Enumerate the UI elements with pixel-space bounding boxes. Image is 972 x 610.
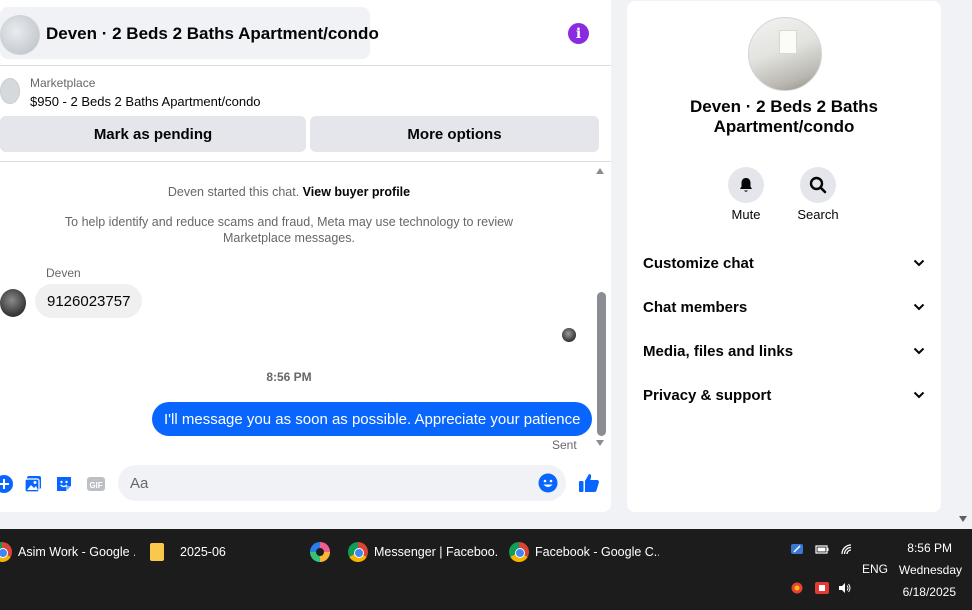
listing-link[interactable]: $950 - 2 Beds 2 Baths Apartment/condo [30,94,261,109]
svg-text:GIF: GIF [89,481,102,490]
chat-started-text: Deven started this chat. [167,185,300,199]
message-input[interactable] [118,465,566,501]
search-label: Search [797,207,839,222]
taskbar-item-label: Asim Work - Google ... [18,545,135,559]
sender-avatar[interactable] [0,289,26,317]
clock-date[interactable]: 6/18/2025 [890,585,956,599]
copilot-icon [310,542,330,562]
scrollbar-thumb[interactable] [597,292,606,436]
chat-started-notice: Deven started this chat. View buyer prof… [0,185,578,199]
listing-avatar [0,15,40,55]
section-label: Privacy & support [643,386,772,404]
read-receipt-avatar [562,328,576,342]
chevron-down-icon [913,303,925,311]
gif-icon[interactable]: GIF [86,474,106,494]
marketplace-label: Marketplace [30,76,96,90]
clock-time[interactable]: 8:56 PM [890,541,952,555]
scam-notice: To help identify and reduce scams and fr… [64,215,514,245]
taskbar-item-facebook[interactable]: Facebook - Google C... [507,537,659,567]
section-privacy-support[interactable]: Privacy & support [643,382,925,408]
view-buyer-profile-link[interactable]: View buyer profile [303,185,410,199]
thumbs-up-icon[interactable] [578,472,600,494]
scroll-down-arrow[interactable] [596,440,604,446]
battery-icon[interactable] [815,543,829,555]
plus-circle-icon[interactable] [0,474,14,494]
search-button[interactable] [800,167,836,203]
chrome-icon [509,542,529,562]
mute-button[interactable] [728,167,764,203]
mark-as-pending-button[interactable]: Mark as pending [0,116,306,152]
sent-status: Sent [552,438,577,452]
sticker-icon[interactable] [54,474,74,494]
page-scroll-down-arrow[interactable] [959,516,967,522]
chevron-down-icon [913,391,925,399]
panel-title: Deven · 2 Beds 2 Baths Apartment/condo [689,97,878,136]
listing-photo-avatar[interactable] [748,17,822,91]
taskbar-item-label: Facebook - Google C... [535,545,659,559]
taskbar-item-label: Messenger | Faceboo... [374,545,498,559]
section-label: Customize chat [643,254,754,272]
chat-title: Deven · 2 Beds 2 Baths Apartment/condo [46,24,379,43]
photo-icon[interactable] [23,474,43,494]
section-label: Media, files and links [643,342,794,360]
divider [0,65,611,66]
taskbar: Asim Work - Google ... 2025-06 Messenger… [0,529,972,610]
mute-label: Mute [731,207,761,222]
input-language[interactable]: ENG [862,562,888,576]
folder-icon [150,543,164,561]
listing-thumbnail [0,78,20,104]
taskbar-item-messenger[interactable]: Messenger | Faceboo... [346,537,498,567]
incoming-message-bubble[interactable]: 9126023757 [35,284,143,318]
section-label: Chat members [643,298,748,316]
clock-day[interactable]: Wednesday [890,563,962,577]
chrome-icon [348,542,368,562]
volume-icon[interactable] [838,582,852,594]
wifi-icon[interactable] [840,543,854,555]
message-timestamp: 8:56 PM [266,370,312,384]
section-media-files-links[interactable]: Media, files and links [643,338,925,364]
info-icon[interactable]: i [568,23,589,44]
divider [0,161,611,162]
bell-icon [740,178,752,192]
recorder-icon[interactable] [815,582,829,594]
section-customize-chat[interactable]: Customize chat [643,250,925,276]
network-tool-icon[interactable] [790,543,804,555]
taskbar-item-asim-work[interactable]: Asim Work - Google ... [0,537,135,567]
taskbar-item-label: 2025-06 [180,545,226,559]
scroll-up-arrow[interactable] [596,168,604,174]
taskbar-item-folder[interactable]: 2025-06 [144,537,296,567]
chevron-down-icon [913,347,925,355]
app-tray-icon[interactable] [790,582,804,594]
emoji-icon[interactable] [538,473,558,493]
more-options-button[interactable]: More options [310,116,599,152]
taskbar-copilot[interactable] [309,537,333,567]
chat-panel: Deven · 2 Beds 2 Baths Apartment/condo i… [0,0,611,512]
chrome-icon [0,542,12,562]
chat-header[interactable]: Deven · 2 Beds 2 Baths Apartment/condo [0,7,379,59]
sender-name: Deven [46,266,81,280]
chevron-down-icon [913,259,925,267]
conversation-info-panel: Deven · 2 Beds 2 Baths Apartment/condo M… [627,1,941,512]
section-chat-members[interactable]: Chat members [643,294,925,320]
search-icon [809,176,827,194]
outgoing-message-bubble[interactable]: I'll message you as soon as possible. Ap… [152,402,593,436]
